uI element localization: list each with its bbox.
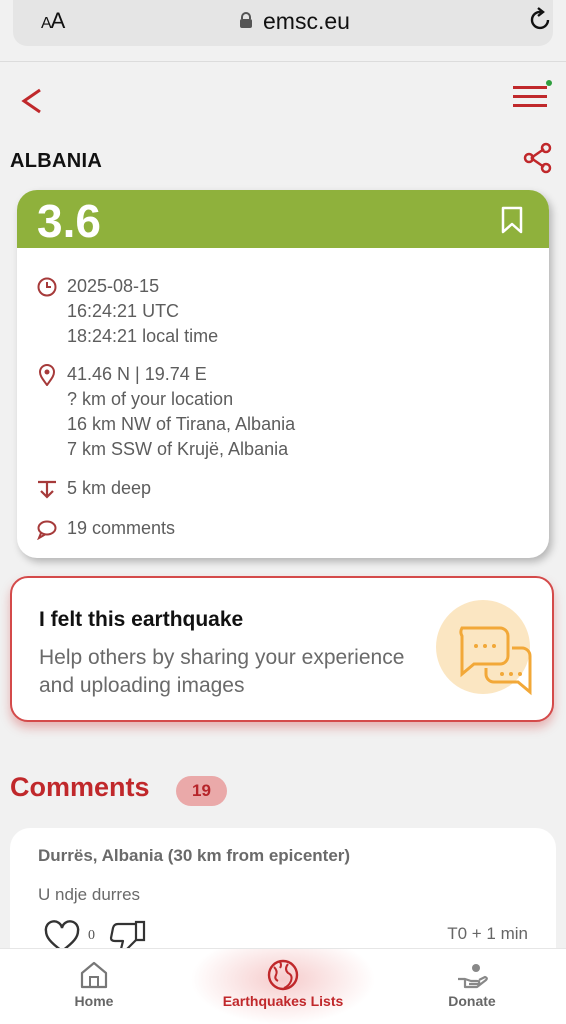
chat-bubbles-icon <box>459 626 532 696</box>
reload-icon[interactable] <box>526 6 554 34</box>
bookmark-icon[interactable] <box>501 206 523 234</box>
location-pin-icon <box>38 364 56 386</box>
home-icon <box>80 961 108 989</box>
nav-home[interactable]: Home <box>40 949 148 1024</box>
event-time-utc: 16:24:21 UTC <box>67 301 180 321</box>
event-date: 2025-08-15 <box>67 276 160 296</box>
comments-count-text: 19 comments <box>67 518 176 538</box>
page-title: ALBANIA <box>10 150 103 172</box>
comments-heading: Comments <box>10 772 150 802</box>
comment-bubble-icon <box>37 520 57 540</box>
notification-dot <box>546 80 552 86</box>
magnitude-value: 3.6 <box>37 195 101 247</box>
comment-location: Durrës, Albania (30 km from epicenter) <box>38 846 351 865</box>
comment-item: Durrës, Albania (30 km from epicenter) U… <box>10 828 556 968</box>
clock-icon <box>37 277 57 297</box>
comments-count-badge: 19 <box>176 776 227 806</box>
event-coordinates: 41.46 N | 19.74 E <box>67 364 207 384</box>
nav-earthquakes-label: Earthquakes Lists <box>222 993 344 1009</box>
browser-toolbar: AA emsc.eu <box>0 0 566 62</box>
depth-arrow-icon <box>38 480 56 499</box>
earthquake-details-card: 3.6 2025-08-15 16:24:21 UTC 18:24:21 loc… <box>17 190 549 558</box>
address-bar[interactable]: AA emsc.eu <box>13 0 553 46</box>
hamburger-menu-icon[interactable] <box>512 80 552 112</box>
donate-hand-icon <box>458 964 488 989</box>
nav-earthquakes-lists[interactable]: Earthquakes Lists <box>190 949 376 1024</box>
nav-donate-label: Donate <box>448 993 496 1009</box>
comment-text: U ndje durres <box>38 885 141 904</box>
felt-description: Help others by sharing your experience a… <box>39 646 405 697</box>
distance-city-2: 7 km SSW of Krujë, Albania <box>67 439 289 459</box>
text-size-button[interactable]: AA <box>41 8 65 34</box>
distance-city-1: 16 km NW of Tirana, Albania <box>67 414 296 434</box>
magnitude-bar: 3.6 <box>17 190 549 248</box>
depth-text: 5 km deep <box>67 478 152 498</box>
felt-earthquake-card[interactable]: I felt this earthquake Help others by sh… <box>10 576 554 722</box>
like-count: 0 <box>88 928 95 943</box>
comment-time: T0 + 1 min <box>447 924 528 943</box>
back-arrow-icon[interactable] <box>18 84 44 118</box>
nav-home-label: Home <box>74 993 114 1009</box>
felt-title: I felt this earthquake <box>39 608 244 631</box>
nav-donate[interactable]: Donate <box>418 949 526 1024</box>
share-icon[interactable] <box>522 142 554 174</box>
event-time-local: 18:24:21 local time <box>67 326 219 346</box>
lock-icon <box>240 12 252 28</box>
distance-from-you: ? km of your location <box>67 389 234 409</box>
bottom-navigation: Home Earthquakes Lists Donate <box>0 948 566 1024</box>
url-text[interactable]: emsc.eu <box>263 8 350 35</box>
globe-icon <box>267 959 299 991</box>
